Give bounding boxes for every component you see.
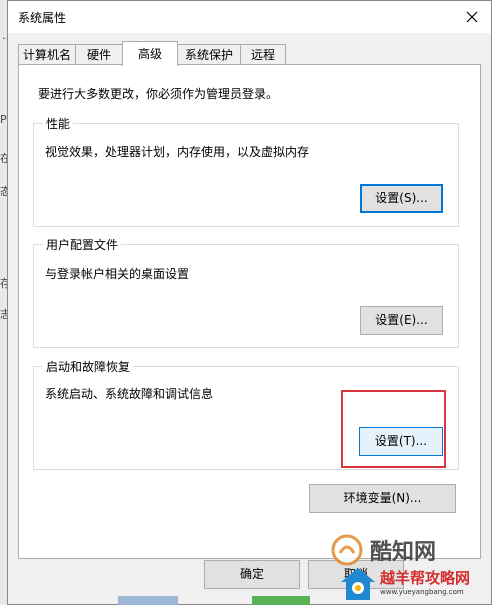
environment-variables-button[interactable]: 环境变量(N)...	[309, 484, 456, 513]
watermark-house-icon	[341, 568, 375, 600]
admin-notice: 要进行大多数更改，你必须作为管理员登录。	[38, 87, 279, 101]
startup-recovery-settings-button[interactable]: 设置(T)...	[359, 427, 443, 456]
watermark-primary-text: 酷知网	[370, 540, 437, 565]
tab-hardware[interactable]: 硬件	[75, 44, 123, 65]
tab-advanced[interactable]: 高级	[122, 41, 178, 66]
startup-recovery-description: 系统启动、系统故障和调试信息	[45, 387, 214, 401]
dialog-title: 系统属性	[18, 11, 67, 25]
performance-settings-button[interactable]: 设置(S)...	[360, 184, 443, 213]
watermark-primary: 酷知网	[330, 530, 465, 570]
ok-button[interactable]: 确定	[204, 560, 300, 589]
watermark-logo-icon	[331, 534, 363, 566]
taskbar-fragment	[118, 596, 178, 605]
watermark-secondary-title: 越羊帮攻略网	[380, 569, 471, 587]
close-button[interactable]	[459, 5, 485, 29]
user-profiles-settings-button[interactable]: 设置(E)...	[360, 306, 443, 335]
performance-description: 视觉效果，处理器计划，内存使用，以及虚拟内存	[45, 145, 310, 159]
tab-computer-name[interactable]: 计算机名	[18, 44, 76, 65]
title-bar: 系统属性	[8, 1, 491, 33]
taskbar-fragment	[252, 596, 310, 605]
watermark-secondary: 越羊帮攻略网 www.yueyangbang.com	[332, 565, 492, 605]
startup-recovery-label: 启动和故障恢复	[43, 358, 134, 375]
user-profiles-group: 用户配置文件 与登录帐户相关的桌面设置 设置(E)...	[33, 236, 459, 348]
tab-remote[interactable]: 远程	[240, 44, 286, 65]
performance-group: 性能 视觉效果，处理器计划，内存使用，以及虚拟内存 设置(S)...	[33, 115, 459, 227]
performance-label: 性能	[43, 115, 74, 132]
user-profiles-description: 与登录帐户相关的桌面设置	[45, 267, 190, 281]
tab-strip: 计算机名 硬件 高级 系统保护 远程	[18, 41, 478, 66]
close-icon	[466, 11, 478, 23]
user-profiles-label: 用户配置文件	[43, 236, 122, 253]
tab-system-protection[interactable]: 系统保护	[177, 44, 241, 65]
advanced-tab-panel: 要进行大多数更改，你必须作为管理员登录。 性能 视觉效果，处理器计划，内存使用，…	[18, 64, 481, 559]
startup-recovery-group: 启动和故障恢复 系统启动、系统故障和调试信息 设置(T)...	[33, 358, 459, 470]
watermark-secondary-url: www.yueyangbang.com	[380, 588, 464, 596]
system-properties-dialog: 系统属性 计算机名 硬件 高级 系统保护 远程 要进行大多数更改，你必须作为管理…	[7, 0, 492, 605]
